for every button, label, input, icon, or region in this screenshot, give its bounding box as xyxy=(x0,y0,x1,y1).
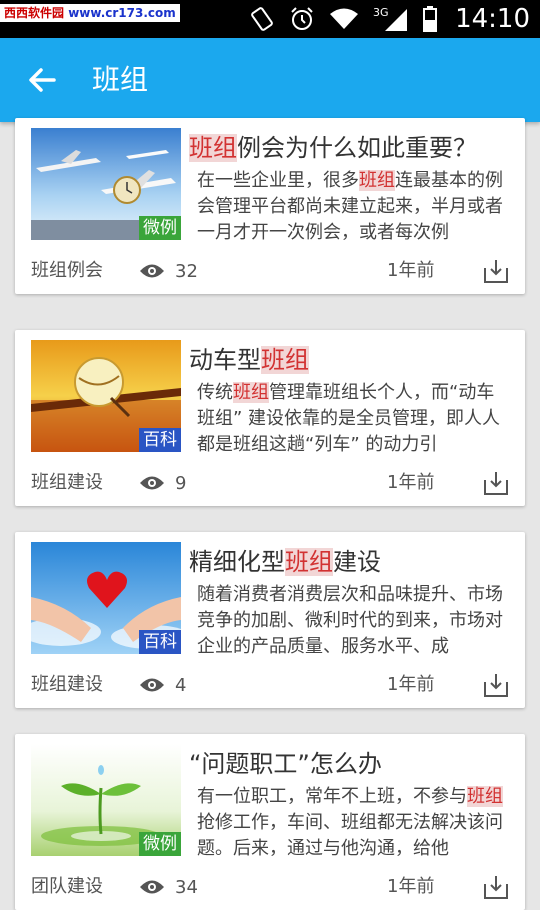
title-text: 动车型 xyxy=(189,346,261,374)
article-time: 1年前 xyxy=(387,472,435,493)
app-bar: 班组 xyxy=(0,38,540,122)
arrow-left-icon xyxy=(29,68,56,92)
view-count-value: 4 xyxy=(175,674,187,696)
download-icon xyxy=(484,472,508,495)
download-button[interactable] xyxy=(483,258,509,284)
article-title: “问题职工”怎么办 xyxy=(189,744,509,784)
eye-icon xyxy=(140,678,164,692)
article-thumbnail: 微例 xyxy=(31,128,181,240)
download-button[interactable] xyxy=(483,470,509,496)
rotate-icon xyxy=(251,7,273,31)
article-tag[interactable]: 团队建设 xyxy=(31,872,103,902)
view-count: 4 xyxy=(139,670,186,700)
article-summary: 传统班组管理靠班组长个人，而“动车班组” 建设依靠的是全员管理，即人人都是班组这… xyxy=(197,380,509,464)
title-text: 例会为什么如此重要？ xyxy=(237,134,477,162)
summary-text: 有一位职工，常年不上班，不参与 xyxy=(197,786,467,807)
clock: 14:10 xyxy=(455,4,530,34)
network-type: 3G xyxy=(373,6,389,19)
article-card[interactable]: 百科 精细化型班组建设 随着消费者消费层次和品味提升、市场竞争的加剧、微利时代的… xyxy=(15,532,525,708)
summary-text: 抢修工作，车间、班组都无法解决该问题。后来，通过与他沟通，给他 xyxy=(197,812,503,859)
summary-text: 在一些企业里，很多 xyxy=(197,170,359,191)
page-title: 班组 xyxy=(92,63,149,96)
download-button[interactable] xyxy=(483,672,509,698)
article-title: 动车型班组 xyxy=(189,340,509,380)
view-count: 34 xyxy=(139,872,198,902)
battery-icon xyxy=(423,6,438,32)
view-count: 32 xyxy=(139,256,198,286)
summary-highlight: 班组 xyxy=(467,786,503,807)
title-text: “问题职工”怎么办 xyxy=(189,750,382,778)
download-icon xyxy=(484,674,508,697)
view-count: 9 xyxy=(139,468,186,498)
article-tag[interactable]: 班组建设 xyxy=(31,670,103,700)
view-count-value: 9 xyxy=(175,472,187,494)
article-title: 班组例会为什么如此重要？ xyxy=(189,128,509,168)
summary-highlight: 班组 xyxy=(233,382,269,403)
article-card[interactable]: 微例 “问题职工”怎么办 有一位职工，常年不上班，不参与班组抢修工作，车间、班组… xyxy=(15,734,525,910)
title-highlight: 班组 xyxy=(285,548,333,576)
article-thumbnail: 百科 xyxy=(31,340,181,452)
summary-text: 传统 xyxy=(197,382,233,403)
title-text: 精细化型 xyxy=(189,548,285,576)
wifi-icon xyxy=(330,8,359,29)
article-tag[interactable]: 班组例会 xyxy=(31,256,103,286)
watermark-site: www.cr173.com xyxy=(68,6,176,20)
article-footer: 班组建设 4 1年前 xyxy=(31,670,509,700)
title-highlight: 班组 xyxy=(189,134,237,162)
category-badge: 百科 xyxy=(139,428,181,452)
signal-icon: 3G xyxy=(373,6,408,31)
category-badge: 微例 xyxy=(139,216,181,240)
watermark-name: 西西软件园 xyxy=(4,6,65,20)
article-card[interactable]: 微例 班组例会为什么如此重要？ 在一些企业里，很多班组连最基本的例会管理平台都尚… xyxy=(15,118,525,294)
view-count-value: 34 xyxy=(175,876,198,898)
eye-icon xyxy=(140,264,164,278)
article-footer: 班组例会 32 1年前 xyxy=(31,256,509,286)
download-button[interactable] xyxy=(483,874,509,900)
view-count-value: 32 xyxy=(175,260,198,282)
article-summary: 在一些企业里，很多班组连最基本的例会管理平台都尚未建立起来，半月或者一月才开一次… xyxy=(197,168,509,252)
article-footer: 班组建设 9 1年前 xyxy=(31,468,509,498)
summary-text: 随着消费者消费层次和品味提升、市场竞争的加剧、微利时代的到来，市场对企业的产品质… xyxy=(197,584,503,657)
alarm-icon xyxy=(291,7,313,30)
back-button[interactable] xyxy=(24,62,60,98)
title-text: 建设 xyxy=(333,548,381,576)
status-bar: 西西软件园 www.cr173.com 3G 14:10 xyxy=(0,0,540,38)
article-time: 1年前 xyxy=(387,674,435,695)
article-card[interactable]: 百科 动车型班组 传统班组管理靠班组长个人，而“动车班组” 建设依靠的是全员管理… xyxy=(15,330,525,506)
article-summary: 有一位职工，常年不上班，不参与班组抢修工作，车间、班组都无法解决该问题。后来，通… xyxy=(197,784,509,868)
eye-icon xyxy=(140,880,164,894)
article-title: 精细化型班组建设 xyxy=(189,542,509,582)
article-time: 1年前 xyxy=(387,876,435,897)
article-summary: 随着消费者消费层次和品味提升、市场竞争的加剧、微利时代的到来，市场对企业的产品质… xyxy=(197,582,509,666)
article-footer: 团队建设 34 1年前 xyxy=(31,872,509,902)
download-icon xyxy=(484,876,508,899)
article-time: 1年前 xyxy=(387,260,435,281)
category-badge: 百科 xyxy=(139,630,181,654)
eye-icon xyxy=(140,476,164,490)
category-badge: 微例 xyxy=(139,832,181,856)
status-icons: 3G 14:10 xyxy=(249,0,530,38)
article-tag[interactable]: 班组建设 xyxy=(31,468,103,498)
article-thumbnail: 微例 xyxy=(31,744,181,856)
title-highlight: 班组 xyxy=(261,346,309,374)
article-thumbnail: 百科 xyxy=(31,542,181,654)
watermark: 西西软件园 www.cr173.com xyxy=(0,4,180,22)
download-icon xyxy=(484,260,508,283)
summary-highlight: 班组 xyxy=(359,170,395,191)
